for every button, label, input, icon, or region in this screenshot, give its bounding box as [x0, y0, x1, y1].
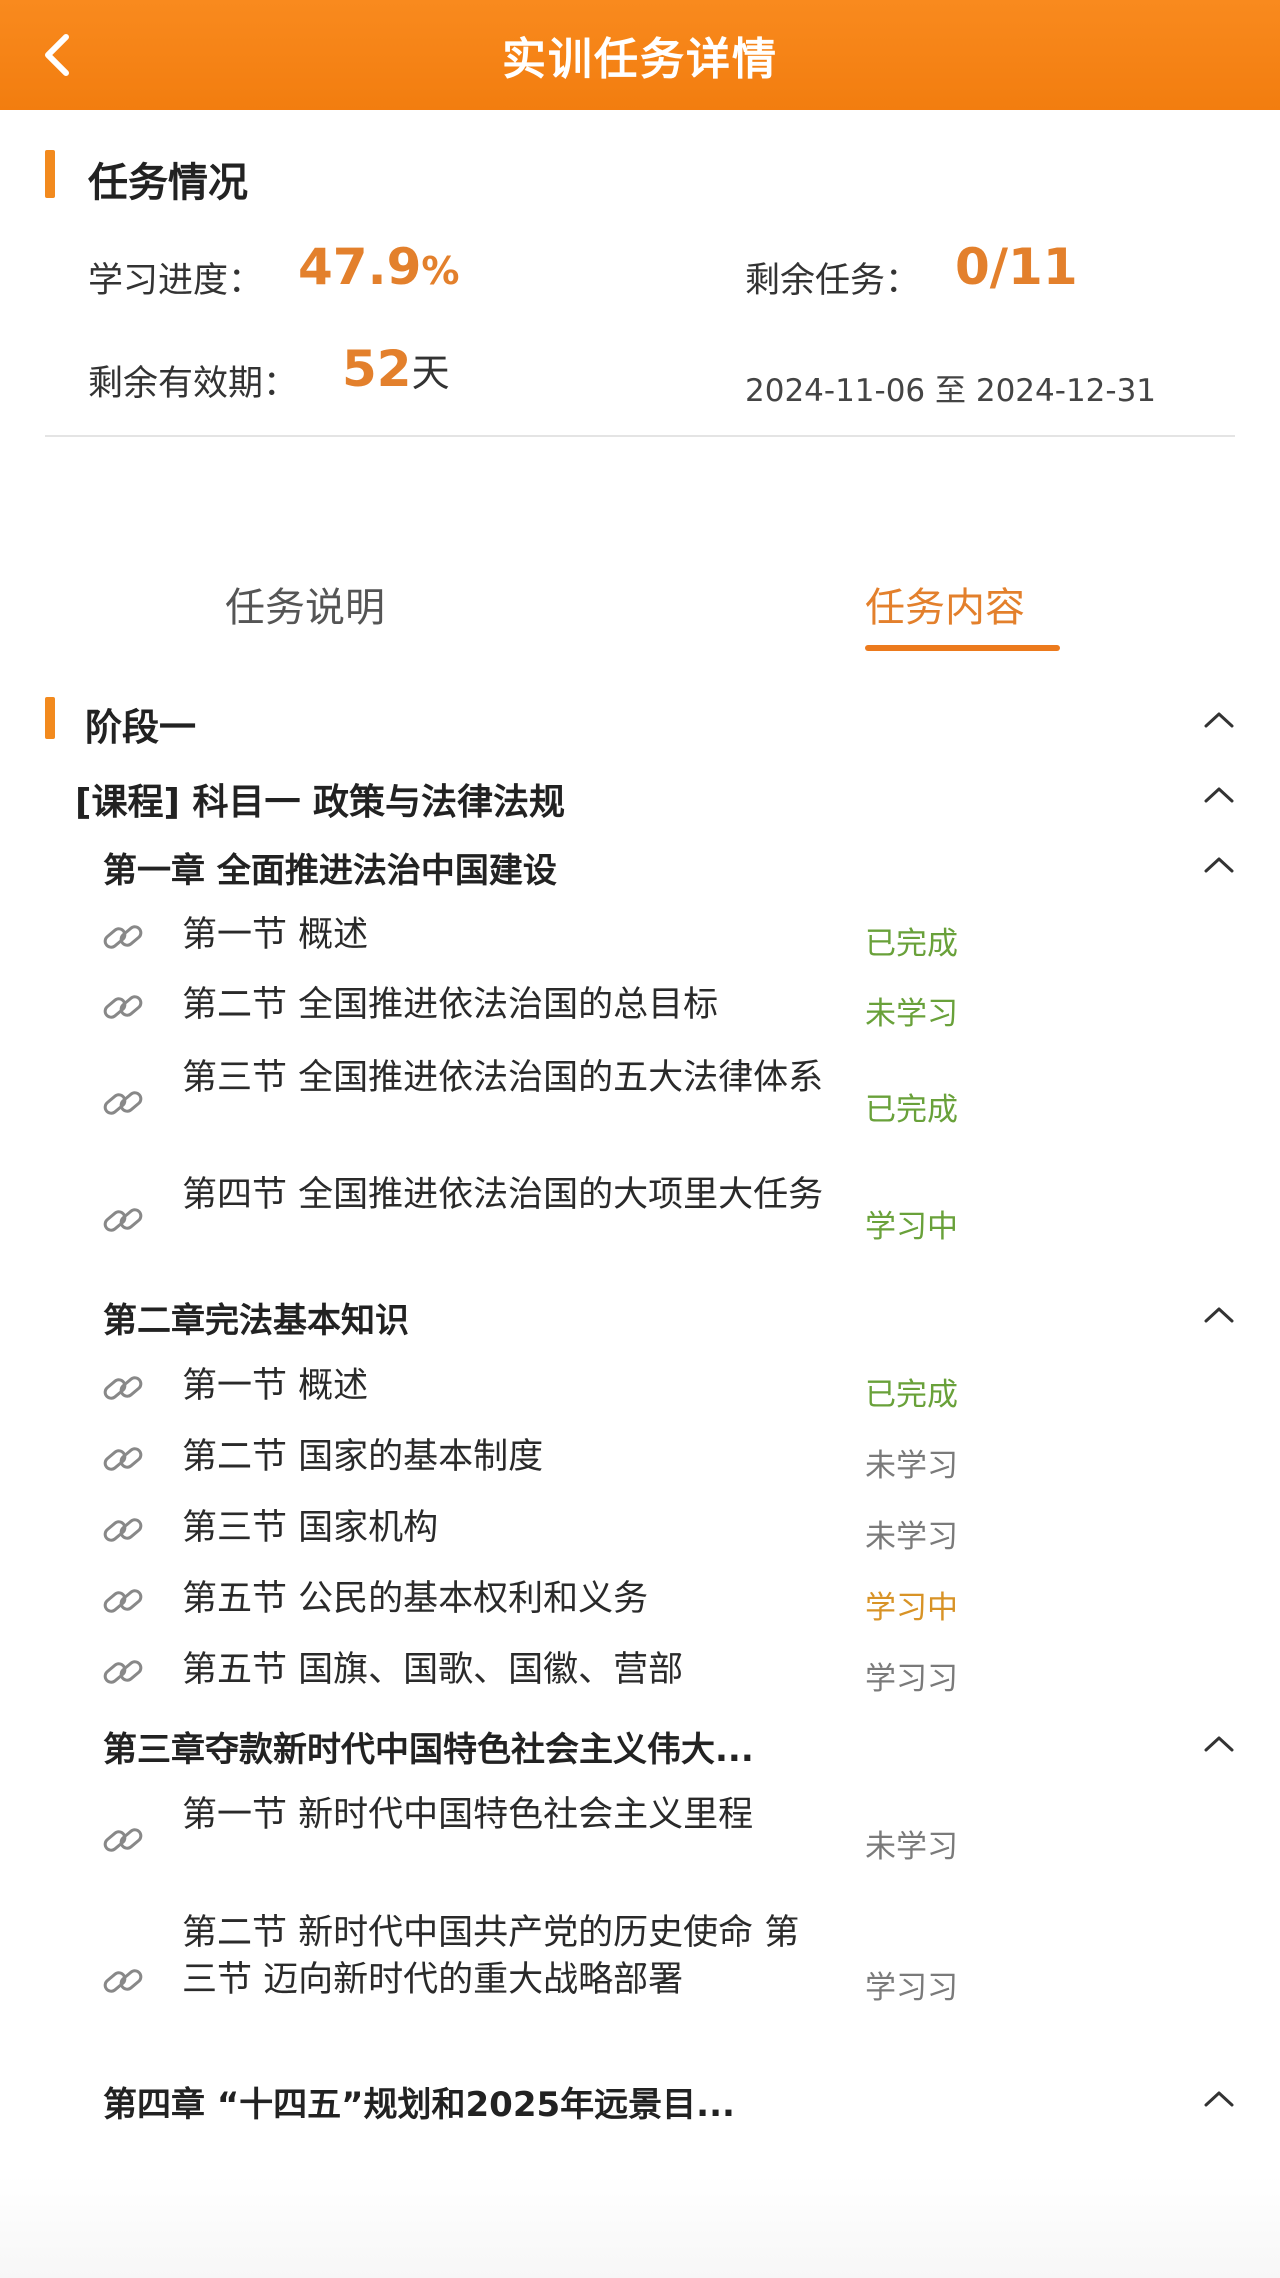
bottom-fade — [0, 2175, 1280, 2278]
section-title: 第一节 新时代中国特色社会主义里程 — [182, 1795, 754, 1835]
remaining-tasks-value: 0/11 — [955, 238, 1078, 296]
section-status: 已完成 — [865, 1092, 958, 1128]
progress-label: 学习进度： — [88, 261, 264, 301]
section-status: 学习习 — [865, 1970, 958, 2006]
section-status: 已完成 — [865, 926, 958, 962]
section-item[interactable]: 第二节 国家的基本制度 未学习 — [100, 1434, 1200, 1484]
section-title: 第一节 概述 — [182, 1366, 369, 1406]
section-status: 未学习 — [865, 1829, 958, 1865]
date-range: 2024-11-06 至 2024-12-31 — [745, 373, 1157, 409]
app-header: 实训任务详情 — [0, 0, 1280, 110]
tab-task-content[interactable]: 任务内容 — [865, 575, 1025, 633]
section-status: 未学习 — [865, 996, 958, 1032]
summary-title: 任务情况 — [88, 160, 248, 206]
link-icon — [100, 984, 146, 1030]
page-title: 实训任务详情 — [502, 34, 778, 85]
stage-title: 阶段一 — [85, 706, 196, 749]
section-item[interactable]: 第一节 新时代中国特色社会主义里程 未学习 — [100, 1792, 1200, 1888]
link-icon — [100, 1958, 146, 2004]
chapter-collapse-chevron-up-icon[interactable] — [1202, 853, 1236, 875]
tab-task-description[interactable]: 任务说明 — [225, 575, 385, 633]
section-item[interactable]: 第五节 国旗、国歌、国徽、营部 学习习 — [100, 1647, 1200, 1697]
chapter-title: 第二章完法基本知识 — [103, 1301, 409, 1341]
section-status: 已完成 — [865, 1377, 958, 1413]
validity-label: 剩余有效期： — [88, 364, 299, 404]
chapter-title: 第四章 “十四五”规划和2025年远景目... — [103, 2085, 735, 2125]
section-title: 第一节 概述 — [182, 915, 369, 955]
link-icon — [100, 1197, 146, 1243]
section-item[interactable]: 第三节 国家机构 未学习 — [100, 1505, 1200, 1555]
section-title: 第五节 国旗、国歌、国徽、营部 — [182, 1650, 684, 1690]
stage-collapse-chevron-up-icon[interactable] — [1202, 708, 1236, 730]
course-title: [课程] 科目一 政策与法律法规 — [75, 782, 565, 823]
section-item[interactable]: 第四节 全国推进依法治国的大项里大任务 学习中 — [100, 1172, 1200, 1268]
section-item[interactable]: 第二节 全国推进依法治国的总目标 未学习 — [100, 982, 1200, 1032]
link-icon — [100, 1649, 146, 1695]
section-title: 第二节 国家的基本制度 — [182, 1437, 544, 1477]
link-icon — [100, 1365, 146, 1411]
section-item[interactable]: 第二节 新时代中国共产党的历史使命 第三节 迈向新时代的重大战略部署 学习习 — [100, 1910, 1200, 2052]
section-item[interactable]: 第三节 全国推进依法治国的五大法律体系 已完成 — [100, 1055, 1200, 1151]
course-collapse-chevron-up-icon[interactable] — [1202, 783, 1236, 805]
chapter-collapse-chevron-up-icon[interactable] — [1202, 1303, 1236, 1325]
section-status: 学习中 — [865, 1590, 958, 1626]
section-status: 未学习 — [865, 1519, 958, 1555]
section-title: 第四节 全国推进依法治国的大项里大任务 — [182, 1175, 824, 1215]
section-title: 第三节 全国推进依法治国的五大法律体系 — [182, 1058, 824, 1098]
active-tab-indicator — [865, 645, 1060, 651]
chapter-title: 第一章 全面推进法治中国建设 — [103, 851, 557, 891]
stage-accent-bar — [45, 697, 55, 739]
section-accent-bar — [45, 150, 55, 198]
chapter-collapse-chevron-up-icon[interactable] — [1202, 1732, 1236, 1754]
section-title: 第二节 全国推进依法治国的总目标 — [182, 985, 719, 1025]
validity-value: 52天 — [342, 340, 450, 398]
section-item[interactable]: 第一节 概述 已完成 — [100, 1363, 1200, 1413]
link-icon — [100, 1507, 146, 1553]
progress-value: 47.9% — [298, 238, 460, 296]
validity-unit: 天 — [411, 351, 450, 395]
section-status: 学习习 — [865, 1661, 958, 1697]
section-status: 未学习 — [865, 1448, 958, 1484]
link-icon — [100, 1578, 146, 1624]
progress-unit: % — [421, 249, 460, 293]
link-icon — [100, 914, 146, 960]
section-title: 第二节 新时代中国共产党的历史使命 第三节 迈向新时代的重大战略部署 — [182, 1913, 800, 2000]
section-item[interactable]: 第五节 公民的基本权利和义务 学习中 — [100, 1576, 1200, 1626]
remaining-tasks-label: 剩余任务： — [745, 261, 921, 301]
chapter-title: 第三章夺款新时代中国特色社会主义伟大... — [103, 1730, 754, 1770]
link-icon — [100, 1817, 146, 1863]
section-title: 第三节 国家机构 — [182, 1508, 439, 1548]
link-icon — [100, 1080, 146, 1126]
section-item[interactable]: 第一节 概述 已完成 — [100, 912, 1200, 962]
divider — [45, 435, 1235, 437]
section-title: 第五节 公民的基本权利和义务 — [182, 1579, 649, 1619]
section-status: 学习中 — [865, 1209, 958, 1245]
link-icon — [100, 1436, 146, 1482]
chapter-collapse-chevron-up-icon[interactable] — [1202, 2087, 1236, 2109]
